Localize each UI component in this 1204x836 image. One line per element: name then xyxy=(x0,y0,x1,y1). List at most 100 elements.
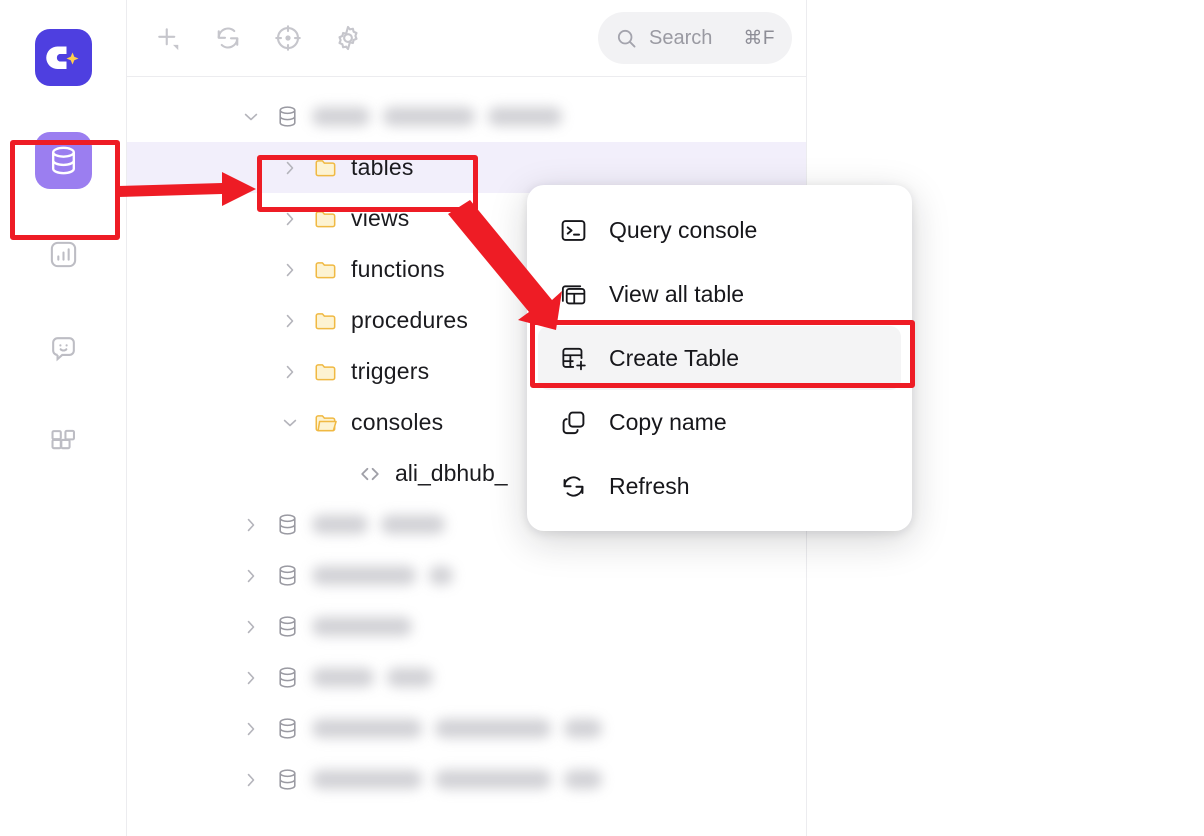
tables-context-menu: Query console View all table Create Table C… xyxy=(527,185,912,531)
app-window: Search ⌘F tables views functions procedures… xyxy=(0,0,1204,836)
menu-item-query-console[interactable]: Query console xyxy=(538,198,901,262)
tree-row-label-redacted xyxy=(312,770,602,789)
sidebar-item-database[interactable] xyxy=(34,132,92,189)
redaction-block xyxy=(312,566,416,585)
tree-row-db-3[interactable] xyxy=(127,550,806,601)
target-icon xyxy=(275,25,301,51)
code-icon xyxy=(357,461,383,487)
tree-row-label: ali_dbhub_ xyxy=(395,460,508,486)
gear-icon xyxy=(338,25,358,51)
database-icon xyxy=(274,665,300,690)
redaction-block xyxy=(435,719,551,738)
activity-bar-nav xyxy=(0,132,126,471)
tree-row-db-7[interactable] xyxy=(127,754,806,805)
plus-dropdown-icon xyxy=(158,28,179,51)
tree-row-db-5[interactable] xyxy=(127,652,806,703)
folder-icon xyxy=(313,155,339,181)
redaction-block xyxy=(564,719,602,738)
dbhub-logo-glyph xyxy=(46,46,79,69)
tree-row-db-root[interactable] xyxy=(127,91,806,142)
folder-icon xyxy=(313,206,339,232)
database-icon xyxy=(274,767,300,792)
tree-row-label-redacted xyxy=(312,668,433,687)
menu-item-create-table[interactable]: Create Table xyxy=(538,326,901,390)
chevron-right-icon[interactable] xyxy=(279,158,301,178)
database-icon xyxy=(274,716,300,741)
menu-item-copy-name[interactable]: Copy name xyxy=(538,390,901,454)
tree-row-label-redacted xyxy=(312,617,412,636)
redaction-block xyxy=(312,617,412,636)
search-placeholder-text: Search xyxy=(649,26,713,49)
chevron-right-icon[interactable] xyxy=(279,311,301,331)
menu-item-label: View all table xyxy=(609,280,745,307)
table-stack-icon xyxy=(558,280,588,309)
database-icon xyxy=(274,104,300,129)
tree-row-db-6[interactable] xyxy=(127,703,806,754)
tree-row-label-redacted xyxy=(312,107,562,126)
search-input[interactable]: Search ⌘F xyxy=(598,12,792,64)
folder-open-icon xyxy=(313,410,339,436)
redaction-block xyxy=(429,566,453,585)
tree-toolbar-buttons xyxy=(151,21,365,55)
refresh-tree-button[interactable] xyxy=(211,21,245,55)
refresh-icon xyxy=(217,27,239,49)
redaction-block xyxy=(383,107,475,126)
tree-row-label: views xyxy=(351,205,410,231)
menu-item-label: Create Table xyxy=(609,344,739,371)
folder-icon xyxy=(313,257,339,283)
tree-row-label-redacted xyxy=(312,719,602,738)
chevron-right-icon[interactable] xyxy=(240,719,262,739)
redaction-block xyxy=(312,107,370,126)
sidebar-item-chat[interactable] xyxy=(35,320,92,377)
folder-icon xyxy=(313,308,339,334)
menu-item-label: Query console xyxy=(609,216,758,243)
chevron-right-icon[interactable] xyxy=(240,617,262,637)
blocks-icon xyxy=(50,429,75,450)
activity-bar xyxy=(0,0,127,836)
redaction-block xyxy=(488,107,562,126)
chevron-right-icon[interactable] xyxy=(279,362,301,382)
chevron-down-icon[interactable] xyxy=(279,413,301,433)
sidebar-item-dashboard[interactable] xyxy=(35,226,92,283)
settings-button[interactable] xyxy=(331,21,365,55)
search-icon xyxy=(617,29,636,47)
redaction-block xyxy=(564,770,602,789)
chevron-right-icon[interactable] xyxy=(240,770,262,790)
tree-toolbar: Search ⌘F xyxy=(127,0,806,77)
bar-chart-icon xyxy=(50,241,76,268)
redaction-block xyxy=(312,515,368,534)
tree-row-db-4[interactable] xyxy=(127,601,806,652)
terminal-icon xyxy=(558,216,588,245)
refresh-icon xyxy=(558,472,588,501)
chevron-right-icon[interactable] xyxy=(279,260,301,280)
search-shortcut-hint: ⌘F xyxy=(743,27,775,49)
locate-button[interactable] xyxy=(271,21,305,55)
tree-row-label: tables xyxy=(351,154,414,180)
tree-row-label-redacted xyxy=(312,515,445,534)
sidebar-item-workspace[interactable] xyxy=(35,414,92,471)
chevron-right-icon[interactable] xyxy=(240,668,262,688)
app-logo-icon[interactable] xyxy=(34,29,92,86)
menu-item-view-all-table[interactable]: View all table xyxy=(538,262,901,326)
copy-icon xyxy=(558,408,588,437)
redaction-block xyxy=(435,770,551,789)
redaction-block xyxy=(312,668,374,687)
chevron-down-icon[interactable] xyxy=(240,107,262,127)
table-plus-icon xyxy=(558,344,588,373)
add-connection-button[interactable] xyxy=(151,21,185,55)
redaction-block xyxy=(381,515,445,534)
chevron-right-icon[interactable] xyxy=(240,566,262,586)
tree-row-label: procedures xyxy=(351,307,469,333)
menu-item-label: Copy name xyxy=(609,408,727,435)
chat-smiley-icon xyxy=(51,337,75,362)
menu-item-label: Refresh xyxy=(609,472,690,499)
tree-row-label: triggers xyxy=(351,358,430,384)
redaction-block xyxy=(312,770,422,789)
menu-item-refresh[interactable]: Refresh xyxy=(538,454,901,518)
chevron-right-icon[interactable] xyxy=(240,515,262,535)
database-icon xyxy=(274,614,300,639)
tree-row-label-redacted xyxy=(312,566,453,585)
chevron-right-icon[interactable] xyxy=(279,209,301,229)
database-icon xyxy=(51,146,75,175)
tree-row-label: functions xyxy=(351,256,445,282)
